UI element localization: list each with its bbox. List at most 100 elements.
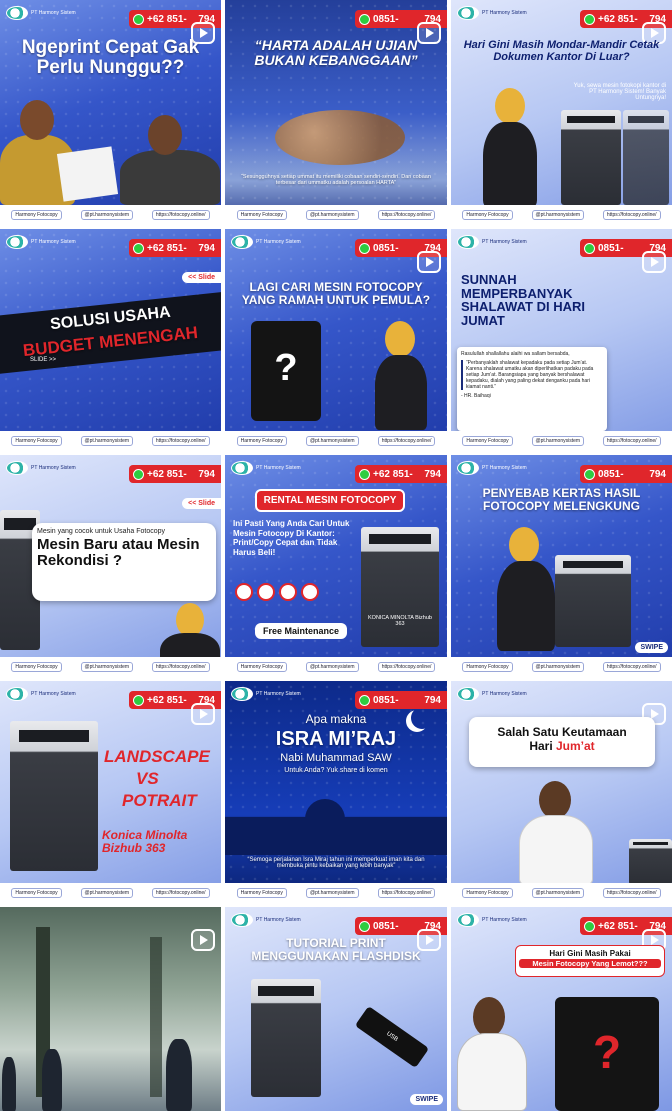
contact-footer: Harmony Fotocopy @pt.harmonysistem https:/…	[0, 883, 221, 903]
phone-number: +62 851-	[147, 13, 187, 25]
instagram-handle: @pt.harmonysistem	[531, 436, 585, 446]
website-link: https://fotocopy.online/	[602, 210, 661, 220]
logo-icon	[457, 913, 479, 927]
post-tile-12[interactable]: PT Harmony Sistem Salah Satu Keutamaan H…	[451, 681, 672, 903]
phone-badge: +62 851- 794	[129, 465, 221, 483]
machine-model: Konica Minolta Bizhub 363	[102, 828, 188, 856]
phone-number-tail: 794	[649, 468, 666, 480]
facebook-handle: Harmony Fotocopy	[11, 888, 62, 898]
post-tile-8[interactable]: PT Harmony Sistem +62 851- 794 RENTAL MES…	[225, 455, 447, 677]
usb-drive-icon: USB	[354, 1005, 430, 1069]
logo-text: PT Harmony Sistem	[256, 239, 301, 245]
company-logo: PT Harmony Sistem	[6, 235, 76, 249]
logo-icon	[6, 235, 28, 249]
usb-label: USB	[385, 1031, 399, 1043]
website-link: https://fotocopy.online/	[151, 210, 210, 220]
post-tile-5[interactable]: PT Harmony Sistem 0851- 794 LAGI CARI MES…	[225, 229, 447, 451]
headline-bubble: Hari Gini Masih Pakai Mesin Fotocopy Yan…	[515, 945, 665, 977]
post-tile-14[interactable]: PT Harmony Sistem 0851- 794 TUTORIAL PRIN…	[225, 907, 447, 1111]
copier-machine	[561, 110, 621, 205]
reel-icon	[642, 251, 666, 273]
post-quote: “Semoga perjalanan Isra Miraj tahun ini …	[247, 857, 425, 870]
whatsapp-icon	[584, 468, 595, 480]
company-logo: PT Harmony Sistem	[457, 461, 527, 475]
day-label: Hari	[529, 739, 556, 753]
day-name: Jum’at	[556, 739, 595, 753]
phone-badge: +62 851- 794	[129, 239, 221, 257]
company-logo: PT Harmony Sistem	[231, 461, 301, 475]
post-title-line2: Hari Jum’at	[473, 739, 651, 753]
logo-icon	[6, 461, 28, 475]
logo-text: PT Harmony Sistem	[31, 10, 76, 16]
person-body	[519, 815, 593, 885]
post-tile-15[interactable]: PT Harmony Sistem +62 851- 794 Hari Gini …	[451, 907, 672, 1111]
headline-card: Mesin yang cocok untuk Usaha Fotocopy Me…	[32, 523, 216, 601]
feature-icon	[279, 583, 297, 601]
instagram-handle: @pt.harmonysistem	[80, 436, 134, 446]
whatsapp-icon	[133, 13, 144, 25]
post-quote: “Sesungguhnya setiap ummat itu memiliki …	[241, 174, 431, 186]
title-landscape: LANDSCAPE	[104, 747, 210, 766]
website-link: https://fotocopy.online/	[602, 888, 661, 898]
logo-text: PT Harmony Sistem	[482, 10, 527, 16]
facebook-handle: Harmony Fotocopy	[462, 888, 513, 898]
paper-stack	[56, 146, 119, 202]
company-logo: PT Harmony Sistem	[6, 687, 76, 701]
slide-tag: << Slide	[182, 498, 221, 509]
facebook-handle: Harmony Fotocopy	[462, 662, 513, 672]
logo-icon	[6, 687, 28, 701]
contact-footer: Harmony Fotocopy @pt.harmonysistem https:/…	[451, 657, 672, 677]
instagram-handle: @pt.harmonysistem	[306, 888, 359, 898]
whatsapp-icon	[584, 920, 595, 932]
website-link: https://fotocopy.online/	[151, 888, 210, 898]
facebook-handle: Harmony Fotocopy	[236, 436, 287, 446]
post-title: ISRA MI’RAJ	[275, 728, 397, 750]
logo-text: PT Harmony Sistem	[482, 239, 527, 245]
hadith-intro: Rasulullah shallallahu alaihi wa sallam …	[461, 351, 570, 357]
copier-machine-2	[623, 110, 669, 205]
company-logo: PT Harmony Sistem	[6, 6, 76, 20]
person-right-head	[148, 115, 182, 155]
post-tile-4[interactable]: PT Harmony Sistem +62 851- 794 << Slide S…	[0, 229, 221, 451]
logo-text: PT Harmony Sistem	[256, 465, 301, 471]
instagram-handle: @pt.harmonysistem	[80, 210, 134, 220]
person-hijab	[176, 603, 204, 637]
post-title: SUNNAH MEMPERBANYAK SHALAWAT DI HARI JUM…	[461, 272, 585, 328]
post-tile-10[interactable]: PT Harmony Sistem +62 851- 794 LANDSCAPE …	[0, 681, 221, 903]
post-tile-1[interactable]: PT Harmony Sistem +62 851- 794 Ngeprint C…	[0, 0, 221, 225]
question-mark: ?	[592, 1026, 622, 1078]
phone-number: 0851-	[373, 694, 399, 706]
title-potrait: POTRAIT	[122, 791, 197, 810]
post-tile-13[interactable]	[0, 907, 221, 1111]
person-head	[539, 781, 571, 819]
facebook-handle: Harmony Fotocopy	[236, 662, 287, 672]
phone-number: 0851-	[373, 13, 399, 25]
post-tile-7[interactable]: PT Harmony Sistem +62 851- 794 << Slide M…	[0, 455, 221, 677]
contact-footer: Harmony Fotocopy @pt.harmonysistem https:/…	[451, 205, 672, 225]
phone-number: +62 851-	[373, 468, 413, 480]
facebook-handle: Harmony Fotocopy	[11, 436, 62, 446]
post-tile-3[interactable]: PT Harmony Sistem +62 851- 794 Hari Gini …	[451, 0, 672, 225]
person-body	[457, 1033, 527, 1111]
post-title: Mesin Baru atau Mesin Rekondisi ?	[37, 536, 200, 569]
facebook-handle: Harmony Fotocopy	[236, 888, 287, 898]
instagram-handle: @pt.harmonysistem	[80, 888, 134, 898]
hadith-text: “Perbanyaklah shalawat kepadaku pada set…	[461, 360, 603, 390]
post-title: LAGI CARI MESIN FOTOCOPY YANG RAMAH UNTU…	[241, 280, 431, 307]
phone-number: +62 851-	[598, 920, 638, 932]
slide-tag: << Slide	[182, 272, 221, 283]
logo-icon	[6, 6, 28, 20]
headline-card: Salah Satu Keutamaan Hari Jum’at	[469, 717, 655, 767]
post-tile-6[interactable]: PT Harmony Sistem 0851- 794 SUNNAH MEMPER…	[451, 229, 672, 451]
post-tile-11[interactable]: PT Harmony Sistem 0851- 794 Apa makna ISR…	[225, 681, 447, 903]
slide-hint: SLIDE >>	[30, 357, 57, 363]
contact-footer: Harmony Fotocopy @pt.harmonysistem https:/…	[451, 431, 672, 451]
post-text: Ini Pasti Yang Anda Cari Untuk Mesin Fot…	[233, 519, 350, 557]
phone-badge: 0851- 794	[355, 691, 447, 709]
person-hijab	[495, 88, 525, 124]
post-tile-2[interactable]: 0851- 794 “HARTA ADALAH UJIAN BUKAN KEBAN…	[225, 0, 447, 225]
post-tile-9[interactable]: PT Harmony Sistem 0851- 794 PENYEBAB KERT…	[451, 455, 672, 677]
banner-label: RENTAL MESIN FOTOCOPY	[255, 489, 405, 512]
post-prompt: Untuk Anda? Yuk share di komen	[284, 767, 388, 774]
instagram-handle: @pt.harmonysistem	[306, 210, 359, 220]
